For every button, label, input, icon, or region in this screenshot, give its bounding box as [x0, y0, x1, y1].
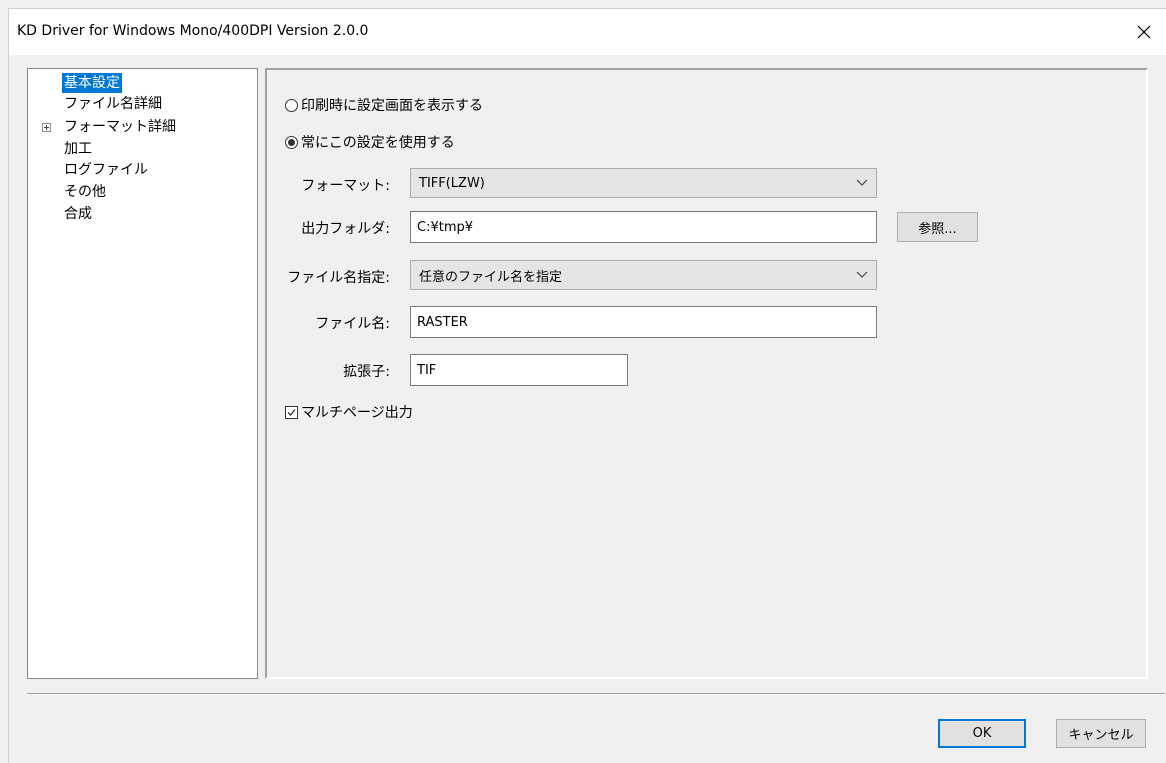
radio-show-dialog-option[interactable]: 印刷時に設定画面を表示する [285, 95, 483, 115]
multipage-option[interactable]: マルチページ出力 [285, 402, 413, 422]
tree-item-format-details[interactable]: フォーマット詳細 [62, 117, 178, 137]
filename-mode-select[interactable]: 任意のファイル名を指定 [410, 260, 877, 290]
filename-value: RASTER [417, 314, 468, 330]
format-select[interactable]: TIFF(LZW) [410, 168, 877, 198]
tree-item-filename-details[interactable]: ファイル名詳細 [62, 94, 164, 114]
close-icon [1137, 25, 1151, 39]
output-folder-input[interactable]: C:¥tmp¥ [410, 211, 877, 243]
tree-item-composite[interactable]: 合成 [62, 204, 94, 224]
radio-use-settings[interactable] [285, 135, 298, 149]
format-label: フォーマット: [301, 178, 390, 194]
multipage-label: マルチページ出力 [301, 405, 413, 421]
output-folder-label: 出力フォルダ: [301, 221, 390, 237]
extension-label: 拡張子: [343, 364, 390, 380]
cancel-button[interactable]: キャンセル [1056, 719, 1146, 748]
filename-input[interactable]: RASTER [410, 306, 877, 338]
close-button[interactable] [1121, 9, 1166, 55]
tree-item-other[interactable]: その他 [62, 182, 108, 202]
tree-item-basic-settings[interactable]: 基本設定 [62, 73, 122, 93]
filename-mode-label: ファイル名指定: [287, 270, 390, 286]
expand-icon[interactable] [42, 123, 51, 132]
settings-panel: 印刷時に設定画面を表示する 常にこの設定を使用する フォーマット: TIFF(L… [265, 68, 1148, 679]
output-folder-value: C:¥tmp¥ [417, 219, 474, 235]
window-title: KD Driver for Windows Mono/400DPI Versio… [17, 23, 369, 39]
extension-input[interactable]: TIF [410, 354, 628, 386]
settings-dialog: KD Driver for Windows Mono/400DPI Versio… [8, 8, 1166, 763]
format-value: TIFF(LZW) [419, 175, 485, 191]
tree-item-log-file[interactable]: ログファイル [62, 160, 150, 180]
filename-mode-value: 任意のファイル名を指定 [419, 269, 563, 285]
browse-button[interactable]: 参照... [897, 212, 978, 242]
radio-show-dialog[interactable] [285, 98, 298, 112]
chevron-down-icon [856, 271, 868, 278]
chevron-down-icon [856, 179, 868, 186]
extension-value: TIF [417, 362, 437, 378]
footer-separator [27, 693, 1165, 695]
radio-use-settings-label: 常にこの設定を使用する [301, 135, 455, 151]
ok-button[interactable]: OK [938, 719, 1026, 748]
checkmark-icon [287, 408, 296, 416]
tree-item-processing[interactable]: 加工 [62, 139, 94, 159]
title-bar: KD Driver for Windows Mono/400DPI Versio… [9, 9, 1166, 55]
radio-show-dialog-label: 印刷時に設定画面を表示する [301, 98, 483, 114]
settings-tree[interactable]: 基本設定 ファイル名詳細 フォーマット詳細 加工 ログファイル その他 合成 [27, 68, 258, 679]
filename-label: ファイル名: [315, 316, 390, 332]
radio-use-settings-option[interactable]: 常にこの設定を使用する [285, 132, 455, 152]
multipage-checkbox[interactable] [285, 405, 298, 419]
